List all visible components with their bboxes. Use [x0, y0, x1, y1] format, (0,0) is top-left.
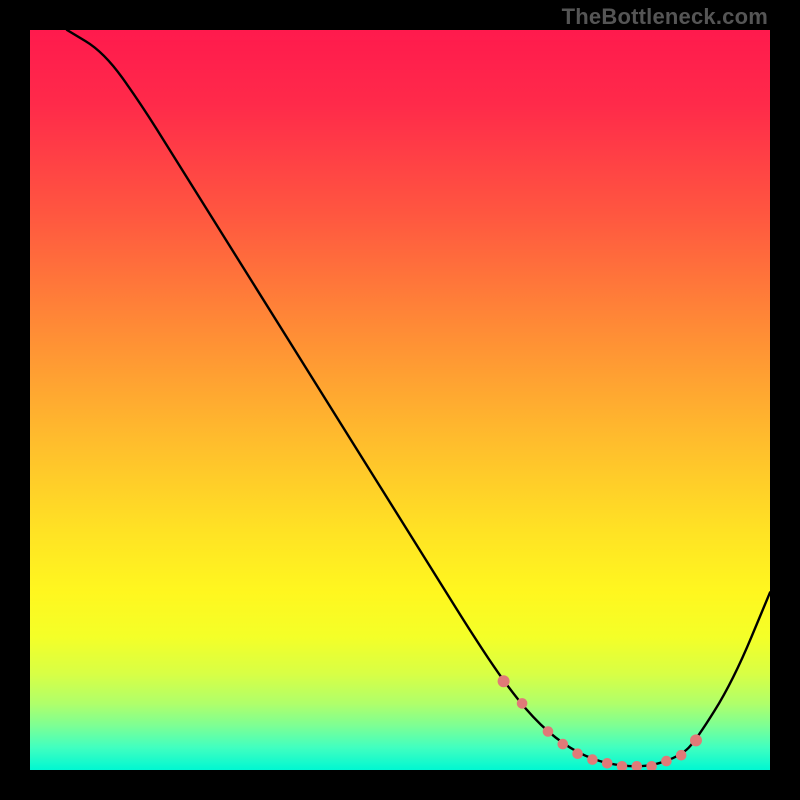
attribution-text: TheBottleneck.com: [562, 4, 768, 30]
chart-plot-area: [30, 30, 770, 770]
chart-frame: TheBottleneck.com: [0, 0, 800, 800]
